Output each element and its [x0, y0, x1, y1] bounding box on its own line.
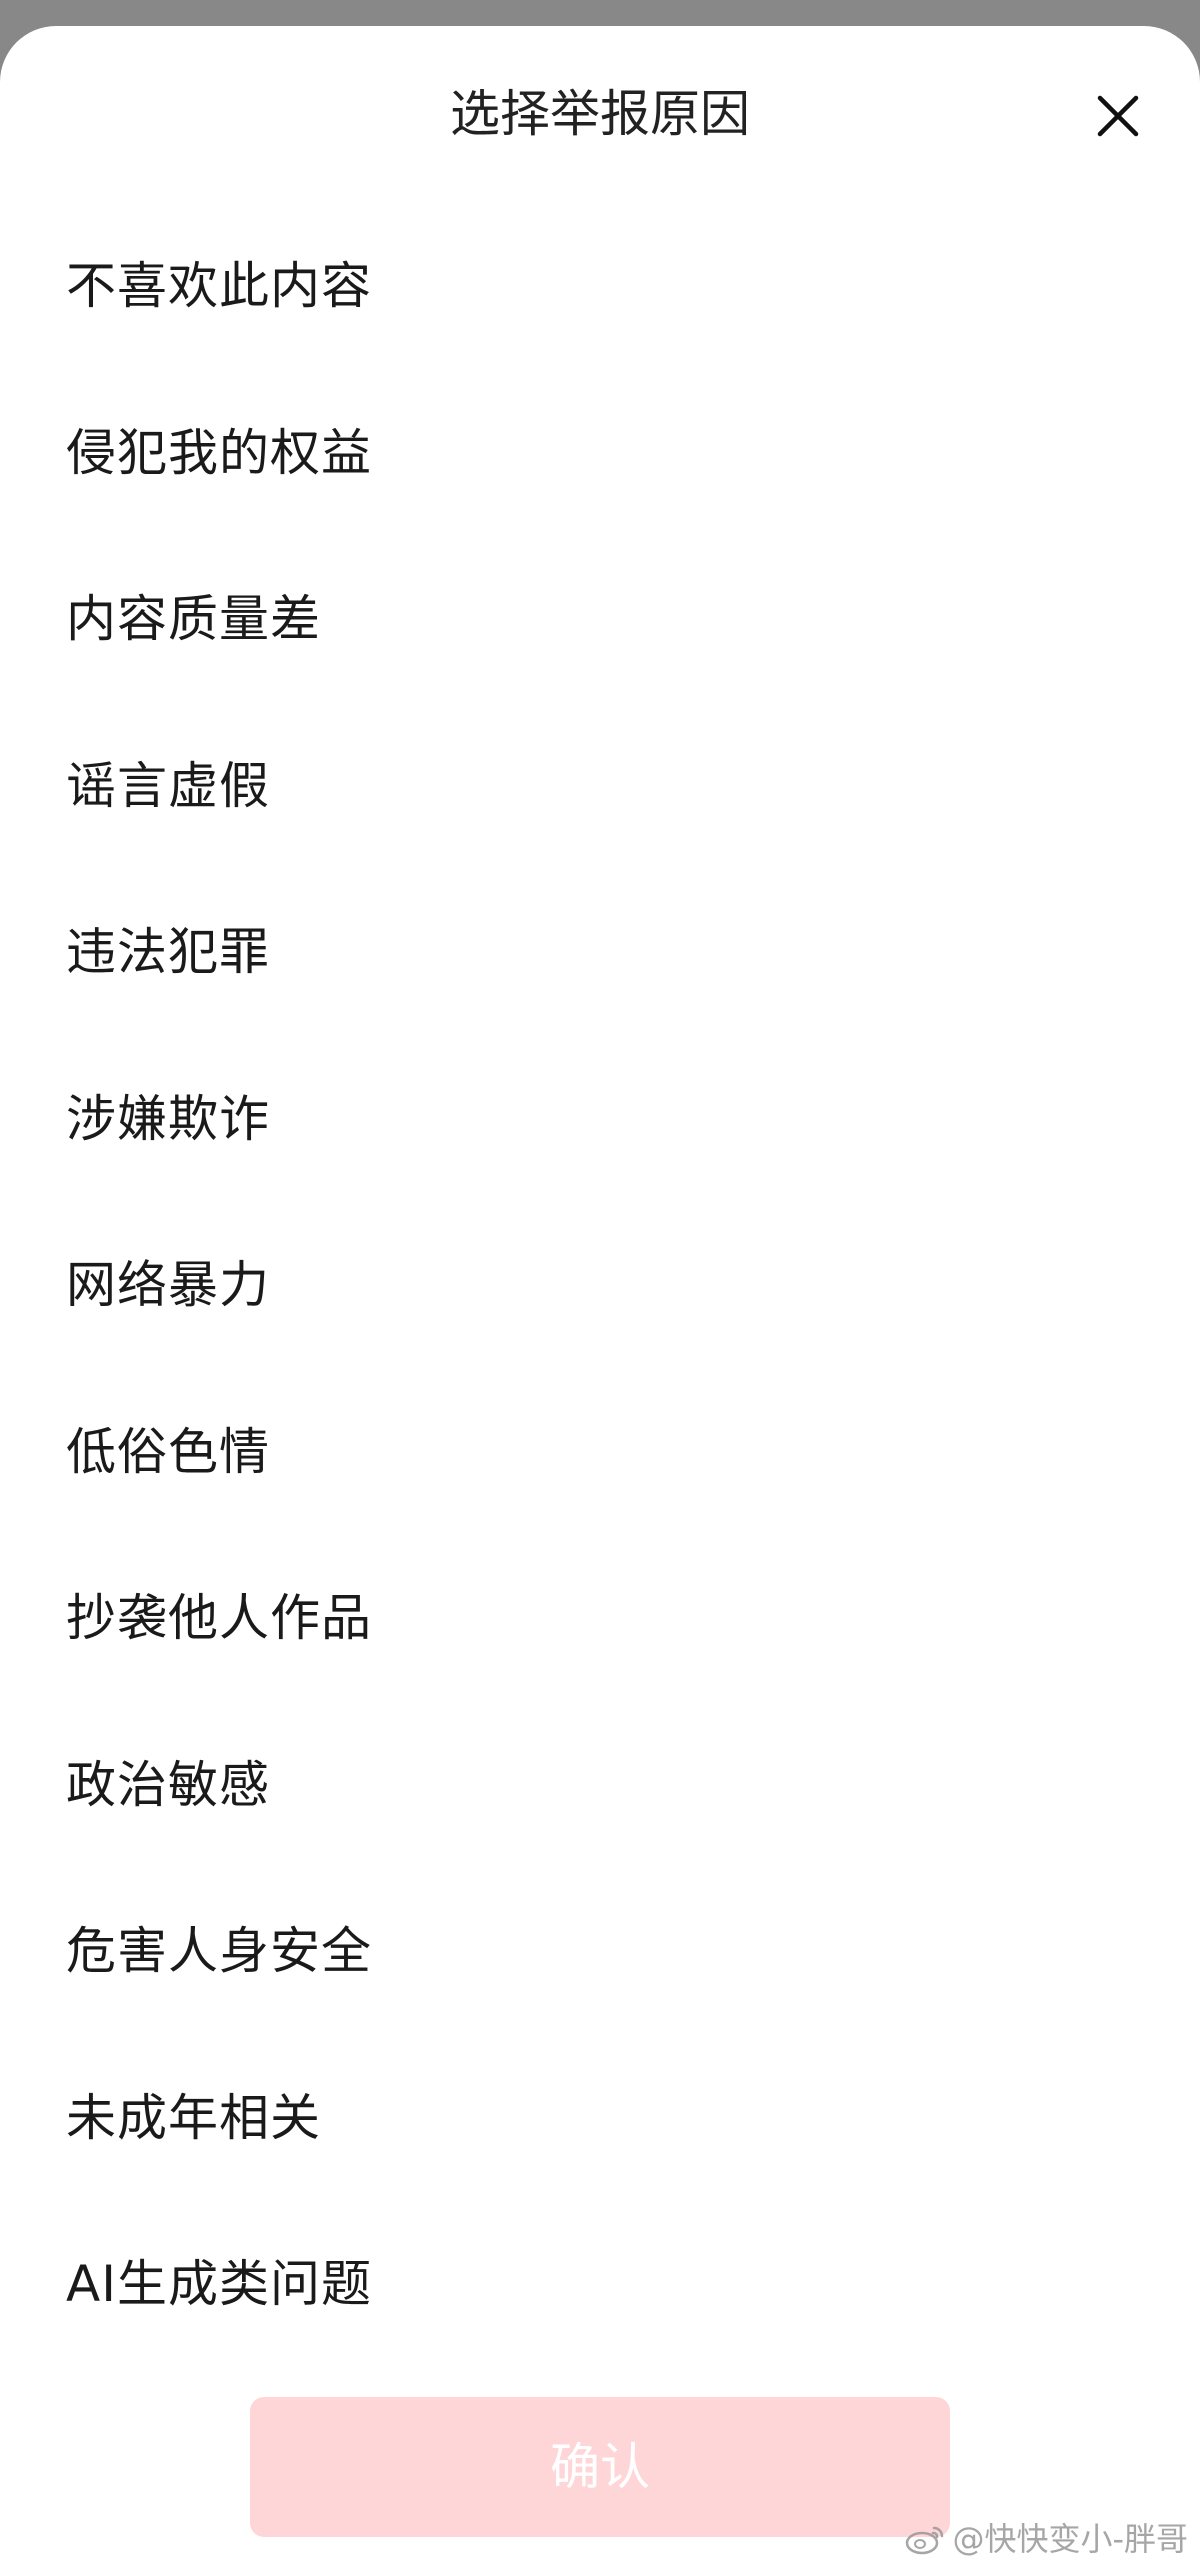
close-icon [1097, 95, 1139, 137]
reason-item-dislike[interactable]: 不喜欢此内容 [0, 256, 1200, 423]
reason-label: AI生成类问题 [66, 2255, 372, 2313]
sheet-title: 选择举报原因 [450, 85, 750, 143]
reason-label: 抄袭他人作品 [66, 1589, 372, 1647]
reason-label: 违法犯罪 [66, 923, 270, 981]
watermark: @快快变小-胖哥 [904, 2519, 1188, 2559]
reason-label: 危害人身安全 [66, 1922, 372, 1980]
reason-label: 涉嫌欺诈 [66, 1089, 270, 1148]
reason-item-cyberbullying[interactable]: 网络暴力 [0, 1255, 1200, 1422]
reason-item-rumor[interactable]: 谣言虚假 [0, 756, 1200, 923]
confirm-button[interactable]: 确认 [250, 2397, 950, 2537]
sheet-header: 选择举报原因 [0, 26, 1200, 206]
reason-item-vulgar[interactable]: 低俗色情 [0, 1422, 1200, 1589]
reason-label: 侵犯我的权益 [66, 423, 372, 482]
watermark-text: @快快变小-胖哥 [952, 2520, 1188, 2558]
reason-list: 不喜欢此内容 侵犯我的权益 内容质量差 谣言虚假 违法犯罪 涉嫌欺诈 网络暴力 … [0, 256, 1200, 2421]
reason-label: 未成年相关 [66, 2088, 321, 2147]
reason-item-minors[interactable]: 未成年相关 [0, 2088, 1200, 2255]
report-reason-sheet: 选择举报原因 不喜欢此内容 侵犯我的权益 内容质量差 谣言虚假 违法犯罪 涉嫌欺… [0, 26, 1200, 2563]
weibo-logo-icon [906, 2526, 944, 2555]
reason-item-fraud[interactable]: 涉嫌欺诈 [0, 1089, 1200, 1256]
reason-label: 内容质量差 [66, 590, 321, 648]
reason-item-ai-generated[interactable]: AI生成类问题 [0, 2254, 1200, 2421]
close-button[interactable] [1092, 90, 1144, 142]
reason-label: 低俗色情 [66, 1422, 270, 1481]
reason-item-illegal[interactable]: 违法犯罪 [0, 922, 1200, 1089]
reason-item-plagiarism[interactable]: 抄袭他人作品 [0, 1588, 1200, 1755]
reason-item-low-quality[interactable]: 内容质量差 [0, 589, 1200, 756]
reason-item-rights-infringement[interactable]: 侵犯我的权益 [0, 423, 1200, 590]
reason-label: 网络暴力 [66, 1256, 270, 1314]
reason-label: 不喜欢此内容 [66, 257, 372, 315]
reason-label: 政治敏感 [66, 1755, 270, 1814]
reason-item-personal-safety[interactable]: 危害人身安全 [0, 1921, 1200, 2088]
reason-label: 谣言虚假 [66, 756, 270, 815]
reason-item-political[interactable]: 政治敏感 [0, 1755, 1200, 1922]
